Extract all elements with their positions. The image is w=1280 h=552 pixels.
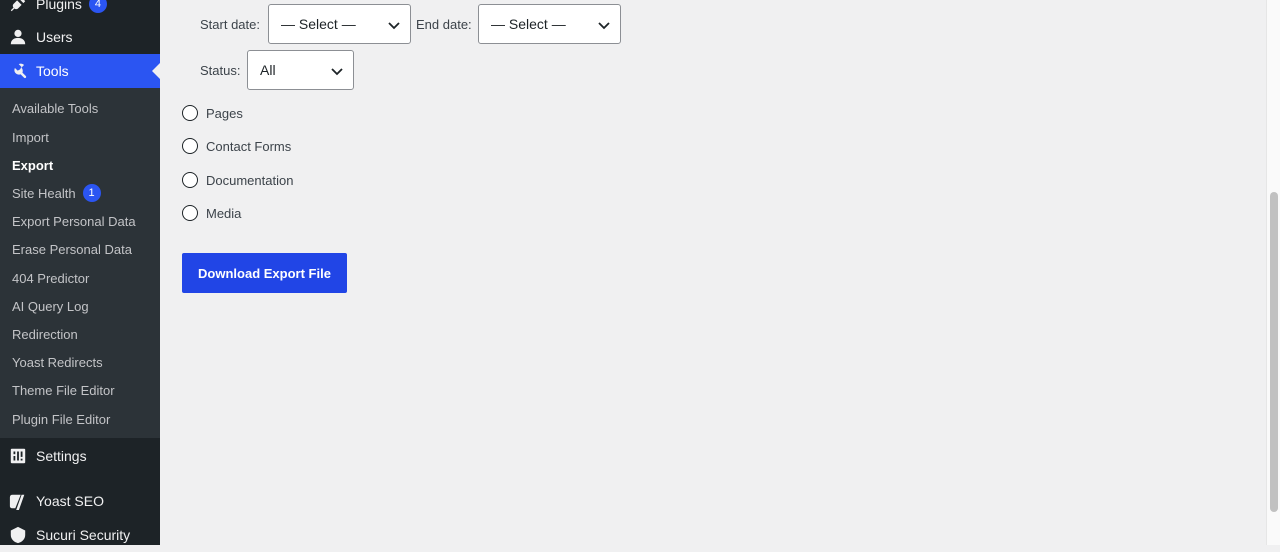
radio-button[interactable] (182, 138, 198, 154)
submenu-label: Available Tools (12, 100, 99, 116)
scrollbar-thumb[interactable] (1270, 192, 1278, 512)
option-label: Contact Forms (206, 138, 292, 154)
download-export-button[interactable]: Download Export File (182, 253, 347, 293)
start-date-select[interactable]: — Select — (268, 4, 411, 44)
submenu-label: Export (12, 157, 54, 173)
submenu-theme-file-editor[interactable]: Theme File Editor (12, 380, 115, 400)
wrench-icon (0, 62, 36, 80)
tools-submenu: Available Tools Import Export Site Healt… (0, 88, 160, 438)
radio-button[interactable] (182, 205, 198, 221)
status-value: All (260, 62, 276, 78)
submenu-site-health[interactable]: Site Health 1 (12, 183, 101, 203)
sucuri-icon (0, 526, 36, 544)
menu-item-settings[interactable]: Settings (0, 439, 160, 473)
menu-label-users: Users (36, 29, 73, 45)
menu-label-settings: Settings (36, 448, 87, 464)
export-option-contact-forms[interactable]: Contact Forms (182, 136, 291, 156)
submenu-404-predictor[interactable]: 404 Predictor (12, 268, 89, 288)
menu-label-sucuri: Sucuri Security (36, 527, 131, 543)
submenu-yoast-redirects[interactable]: Yoast Redirects (12, 352, 103, 372)
submenu-label: AI Query Log (12, 298, 89, 314)
status-select[interactable]: All (247, 50, 354, 90)
end-date-value: — Select — (491, 16, 566, 32)
menu-label-plugins: Plugins (36, 0, 82, 12)
submenu-label: Plugin File Editor (12, 411, 111, 427)
export-option-media[interactable]: Media (182, 203, 241, 223)
chevron-down-icon (388, 22, 400, 30)
submenu-label: Theme File Editor (12, 382, 115, 398)
end-date-label: End date: (416, 17, 472, 32)
submenu-label: Site Health (12, 185, 76, 201)
plugins-update-badge: 4 (88, 0, 107, 13)
start-date-label: Start date: (200, 17, 260, 32)
submenu-label: 404 Predictor (12, 270, 90, 286)
menu-item-sucuri[interactable]: Sucuri Security (0, 518, 160, 552)
menu-item-yoast-seo[interactable]: Yoast SEO (0, 484, 160, 518)
submenu-label: Erase Personal Data (12, 241, 132, 257)
status-label: Status: (200, 63, 241, 78)
radio-button[interactable] (182, 172, 198, 188)
submenu-redirection[interactable]: Redirection (12, 324, 78, 344)
submenu-plugin-file-editor[interactable]: Plugin File Editor (12, 409, 110, 429)
option-label: Documentation (206, 172, 294, 188)
submenu-label: Import (12, 129, 49, 145)
user-icon (0, 28, 36, 46)
menu-item-plugins[interactable]: Plugins 4 (0, 0, 160, 21)
submenu-export[interactable]: Export (12, 155, 53, 175)
export-option-documentation[interactable]: Documentation (182, 170, 293, 190)
submenu-ai-query-log[interactable]: AI Query Log (12, 296, 89, 316)
admin-sidebar: Plugins 4 Users Tools Available Tools Im… (0, 0, 160, 545)
submenu-label: Redirection (12, 326, 78, 342)
scrollbar[interactable] (1266, 0, 1280, 545)
submenu-import[interactable]: Import (12, 127, 49, 147)
option-label: Pages (206, 105, 243, 121)
submenu-available-tools[interactable]: Available Tools (12, 98, 98, 118)
menu-item-tools[interactable]: Tools (0, 54, 160, 88)
chevron-down-icon (331, 68, 343, 76)
main-content: Start date: — Select — End date: — Selec… (160, 0, 1266, 545)
site-health-badge: 1 (82, 184, 101, 202)
yoast-icon (0, 492, 36, 510)
chevron-down-icon (598, 22, 610, 30)
end-date-select[interactable]: — Select — (478, 4, 621, 44)
option-label: Media (206, 205, 242, 221)
submenu-export-personal-data[interactable]: Export Personal Data (12, 211, 136, 231)
menu-item-users[interactable]: Users (0, 20, 160, 54)
plugin-icon (0, 0, 36, 13)
start-date-value: — Select — (281, 16, 356, 32)
submenu-label: Export Personal Data (12, 213, 136, 229)
submenu-erase-personal-data[interactable]: Erase Personal Data (12, 239, 132, 259)
menu-label-yoast: Yoast SEO (36, 493, 104, 509)
submenu-label: Yoast Redirects (12, 354, 103, 370)
settings-icon (0, 447, 36, 465)
menu-label-tools: Tools (36, 63, 69, 79)
radio-button[interactable] (182, 105, 198, 121)
export-option-pages[interactable]: Pages (182, 103, 243, 123)
